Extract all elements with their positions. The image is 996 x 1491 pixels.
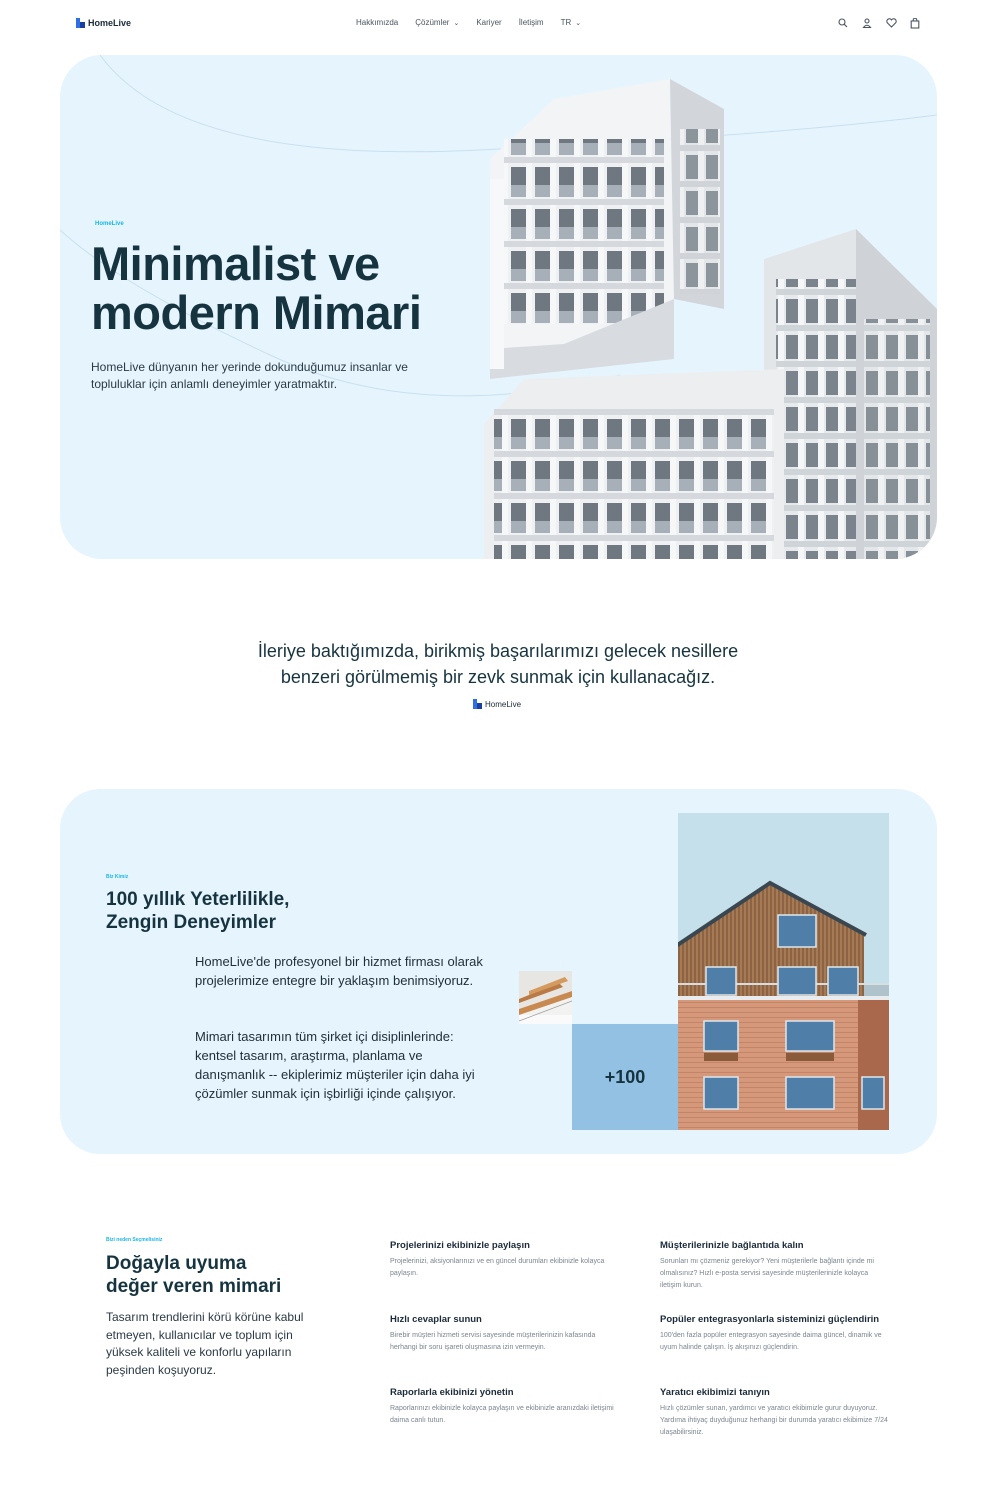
hero-eyebrow: HomeLive [95, 221, 124, 227]
feature-text: Sorunları mı çözmeniz gerekiyor? Yeni mü… [660, 1258, 874, 1289]
chevron-down-icon: ⌄ [575, 19, 582, 27]
staircase-image [519, 971, 572, 1024]
feature-text: Raporlarınızı ekibinizle kolayca paylaşı… [390, 1405, 614, 1424]
feature-title: Projelerinizi ekibinizle paylaşın [390, 1240, 530, 1251]
heart-icon[interactable] [884, 16, 898, 30]
chevron-down-icon: ⌄ [453, 19, 460, 27]
quote-brand-logo: HomeLive [473, 699, 521, 709]
feature-creative-team: Yaratıcı ekibimizi tanıyın Hızlı çözümle… [660, 1385, 890, 1439]
hero-title: Minimalist ve modern Mimari [91, 237, 422, 339]
feature-stay-connected: Müşterilerinizle bağlantıda kalın Sorunl… [660, 1238, 890, 1292]
why-title: Doğayla uyuma değer veren mimari [106, 1253, 282, 1297]
search-icon[interactable] [836, 16, 850, 30]
feature-title: Yaratıcı ekibimizi tanıyın [660, 1387, 770, 1398]
stat-value: +100 [604, 1066, 646, 1087]
about-section: Biz Kimiz 100 yıllık Yeterlilikle, Zengi… [60, 789, 937, 1154]
hero-section: HomeLive Minimalist ve modern Mimari Hom… [60, 55, 937, 559]
feature-title: Müşterilerinizle bağlantıda kalın [660, 1240, 804, 1251]
brand-name: HomeLive [88, 18, 132, 28]
feature-title: Raporlarla ekibinizi yönetin [390, 1387, 514, 1398]
language-selector[interactable]: TR ⌄ [561, 18, 582, 27]
brand-name: HomeLive [485, 699, 522, 709]
top-navbar: HomeLive Hakkımızda Çözümler ⌄ Kariyer İl… [0, 0, 996, 48]
brand-logo[interactable]: HomeLive [76, 18, 131, 28]
feature-text: Hızlı çözümler sunan, yardımcı ve yaratı… [660, 1405, 888, 1436]
user-icon[interactable] [860, 16, 874, 30]
feature-share-projects: Projelerinizi ekibinizle paylaşın Projel… [390, 1238, 620, 1280]
about-eyebrow: Biz Kimiz [106, 874, 129, 880]
nav-link-contact[interactable]: İletişim [519, 18, 544, 27]
nav-link-solutions[interactable]: Çözümler ⌄ [415, 18, 459, 27]
nav-links: Hakkımızda Çözümler ⌄ Kariyer İletişim TR… [356, 18, 581, 27]
modern-building-image [484, 79, 937, 559]
feature-fast-answers: Hızlı cevaplar sunun Birebir müşteri hiz… [390, 1312, 620, 1354]
about-title: 100 yıllık Yeterlilikle, Zengin Deneyiml… [106, 889, 290, 933]
hero-subtitle: HomeLive dünyanın her yerinde dokunduğum… [91, 360, 408, 391]
why-paragraph: Tasarım trendlerini körü körüne kabul et… [106, 1310, 304, 1377]
nav-link-about[interactable]: Hakkımızda [356, 18, 398, 27]
house-building-image [678, 813, 889, 1130]
feature-reports: Raporlarla ekibinizi yönetin Raporlarını… [390, 1385, 620, 1427]
feature-text: Projelerinizi, aksiyonlarınızı ve en gün… [390, 1258, 605, 1277]
feature-title: Hızlı cevaplar sunun [390, 1314, 482, 1325]
logo-mark-icon [76, 18, 85, 28]
why-eyebrow: Bizi neden Seçmelisiniz [106, 1237, 163, 1243]
feature-title: Popüler entegrasyonlarla sisteminizi güç… [660, 1314, 880, 1325]
bag-icon[interactable] [908, 16, 922, 30]
nav-icons [836, 16, 922, 30]
mission-quote: İleriye baktığımızda, birikmiş başarılar… [257, 641, 739, 687]
about-paragraph-1: HomeLive'de profesyonel bir hizmet firma… [195, 954, 483, 988]
logo-mark-icon [473, 699, 482, 709]
about-paragraph-2: Mimari tasarımın tüm şirket içi disiplin… [195, 1029, 475, 1101]
nav-link-careers[interactable]: Kariyer [476, 18, 501, 27]
feature-text: Birebir müşteri hizmeti servisi sayesind… [390, 1332, 596, 1351]
feature-integrations: Popüler entegrasyonlarla sisteminizi güç… [660, 1312, 890, 1354]
experience-stat-box: +100 [572, 1024, 678, 1130]
feature-text: 100'den fazla popüler entegrasyon sayesi… [660, 1332, 882, 1351]
